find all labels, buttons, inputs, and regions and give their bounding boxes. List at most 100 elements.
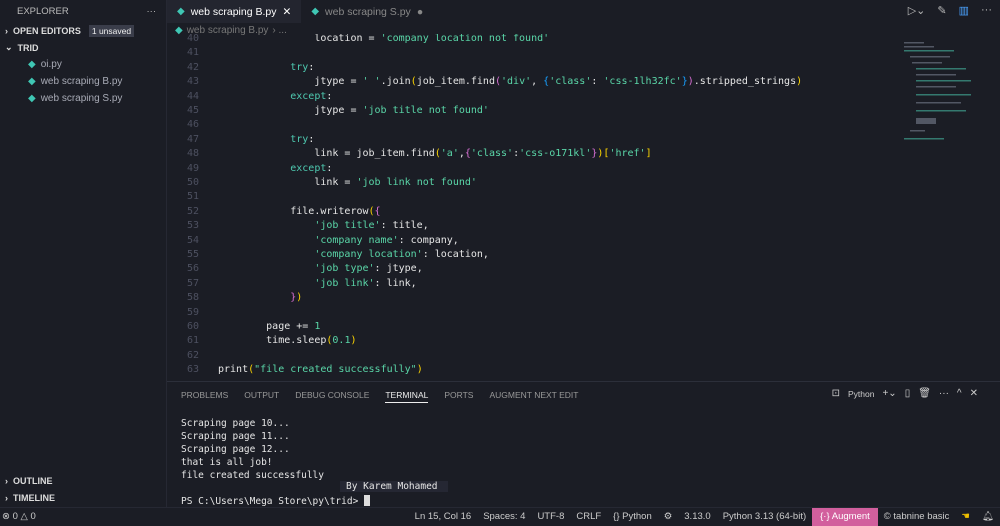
code-line[interactable]: 48 link = job_item.find('a',{'class':'cs…: [167, 147, 887, 161]
code-line[interactable]: 54 'company name': company,: [167, 234, 887, 248]
cursor-position[interactable]: Ln 15, Col 16: [409, 511, 478, 522]
code-line[interactable]: 47 try:: [167, 133, 887, 147]
minimap[interactable]: [900, 38, 980, 148]
folder-trid[interactable]: ⌄ TRID: [0, 39, 166, 56]
tabnine-status[interactable]: © tabnine basic: [878, 511, 956, 522]
code-text: 'job title': title,: [218, 219, 428, 233]
augment-button[interactable]: {·} Augment: [812, 507, 878, 526]
timeline-section[interactable]: › TIMELINE: [0, 489, 55, 506]
code-text: jtype = 'job title not found': [218, 104, 489, 118]
code-token: ' ': [362, 76, 381, 88]
more-icon[interactable]: ···: [939, 388, 949, 399]
tab-output[interactable]: OUTPUT: [244, 390, 279, 403]
unsaved-dot-icon[interactable]: ●: [417, 6, 423, 18]
terminal-output[interactable]: Scraping page 10... Scraping page 11... Sc…: [181, 417, 371, 508]
code-line[interactable]: 61 time.sleep(0.1): [167, 334, 887, 348]
code-token: : location,: [422, 249, 489, 260]
code-line[interactable]: 44 except:: [167, 90, 887, 104]
language-mode[interactable]: {} Python: [607, 511, 658, 522]
code-line[interactable]: 45 jtype = 'job title not found': [167, 104, 887, 118]
code-line[interactable]: 63 print("file created successfully"): [167, 363, 887, 377]
code-line[interactable]: 57 'job link': link,: [167, 277, 887, 291]
code-token: 1: [314, 321, 321, 332]
code-token: :: [591, 76, 604, 88]
line-number: 40: [186, 34, 199, 44]
code-line[interactable]: 55 'company location': location,: [167, 248, 887, 262]
terminal-line: Scraping page 12...: [181, 444, 290, 455]
problems-status[interactable]: ⊗ 0 △ 0: [0, 511, 42, 522]
python-interpreter[interactable]: Python 3.13 (64-bit): [717, 511, 812, 522]
close-icon[interactable]: ✕: [283, 6, 292, 18]
tab-web-scraping-b[interactable]: ◆ web scraping B.py ✕: [167, 0, 302, 23]
code-line[interactable]: 58 }): [167, 291, 887, 305]
chevron-right-icon: ›: [5, 475, 8, 486]
notifications-icon[interactable]: 🔔︎: [976, 511, 1000, 522]
code-token: :: [308, 133, 315, 145]
encoding[interactable]: UTF-8: [531, 511, 570, 522]
open-editors-section[interactable]: › OPEN EDITORS 1 unsaved: [0, 22, 166, 39]
more-icon[interactable]: ···: [981, 4, 992, 17]
code-line[interactable]: 42 try:: [167, 61, 887, 75]
code-token: {: [374, 205, 381, 217]
shell-name[interactable]: Python: [848, 389, 874, 399]
code-line[interactable]: 43 jtype = ' '.join(job_item.find('div',…: [167, 75, 887, 89]
code-text: 'company location': location,: [218, 248, 489, 262]
code-line[interactable]: 56 'job type': jtype,: [167, 262, 887, 276]
code-line[interactable]: 46: [167, 118, 887, 132]
file-item[interactable]: ◆ web scraping B.py: [0, 73, 166, 90]
indentation[interactable]: Spaces: 4: [477, 511, 531, 522]
code-token: jtype =: [218, 76, 363, 88]
code-line[interactable]: 62: [167, 349, 887, 363]
line-number: 51: [186, 191, 199, 203]
trash-icon[interactable]: 🗑: [918, 388, 931, 399]
code-line[interactable]: 52 file.writerow({: [167, 205, 887, 219]
code-token: page +=: [218, 321, 315, 332]
python-env-icon[interactable]: ⚙: [658, 511, 679, 522]
code-text: 'company name': company,: [218, 234, 459, 248]
tab-augment-next-edit[interactable]: AUGMENT NEXT EDIT: [489, 390, 578, 403]
pen-icon[interactable]: ✎: [937, 4, 946, 17]
tab-ports[interactable]: PORTS: [444, 390, 473, 403]
tab-web-scraping-s[interactable]: ◆ web scraping S.py ●: [301, 0, 433, 23]
terminal-icon: ⊡: [831, 388, 840, 399]
tab-problems[interactable]: PROBLEMS: [181, 390, 228, 403]
code-text: 'job link': link,: [218, 277, 416, 291]
tab-debug-console[interactable]: DEBUG CONSOLE: [295, 390, 369, 403]
code-line[interactable]: 51: [167, 190, 887, 204]
file-item[interactable]: ◆ oi.py: [0, 56, 166, 73]
line-number: 56: [186, 263, 199, 275]
code-editor[interactable]: 40 location = 'company location not foun…: [167, 34, 887, 380]
code-line[interactable]: 53 'job title': title,: [167, 219, 887, 233]
code-line[interactable]: 49 except:: [167, 162, 887, 176]
code-text: jtype = ' '.join(job_item.find('div', {'…: [218, 75, 802, 89]
outline-label: OUTLINE: [13, 475, 53, 486]
line-number: 44: [186, 90, 199, 102]
code-line[interactable]: 50 link = 'job link not found': [167, 176, 887, 190]
code-token: 'company location not found': [380, 34, 550, 44]
file-item[interactable]: ◆ web scraping S.py: [0, 90, 166, 107]
code-line[interactable]: 41: [167, 46, 887, 60]
python-icon: ◆: [177, 6, 185, 17]
tab-terminal[interactable]: TERMINAL: [385, 390, 429, 403]
new-terminal-icon[interactable]: +⌄: [882, 388, 896, 399]
line-number: 63: [186, 364, 199, 376]
code-line[interactable]: 60 page += 1: [167, 320, 887, 334]
python-version[interactable]: 3.13.0: [678, 511, 716, 522]
outline-section[interactable]: › OUTLINE: [0, 472, 53, 489]
code-token: 'company location': [314, 249, 423, 260]
line-number: 48: [186, 148, 199, 160]
more-actions-icon[interactable]: ···: [147, 6, 157, 17]
line-number: 54: [186, 234, 199, 246]
terminal-cursor: [364, 495, 371, 506]
split-editor-icon[interactable]: ▥: [959, 4, 969, 17]
code-line[interactable]: 59: [167, 306, 887, 320]
split-terminal-icon[interactable]: ▯: [905, 388, 911, 399]
line-ending[interactable]: CRLF: [570, 511, 607, 522]
line-number: 58: [186, 292, 199, 304]
run-icon[interactable]: ▷⌄: [908, 4, 926, 17]
maximize-icon[interactable]: ^: [957, 388, 962, 399]
code-line[interactable]: 40 location = 'company location not foun…: [167, 34, 887, 46]
close-panel-icon[interactable]: ✕: [970, 388, 978, 399]
